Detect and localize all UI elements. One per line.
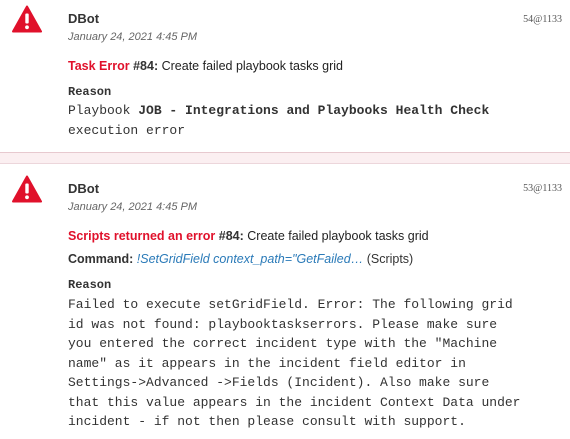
feed-entry: DBot January 24, 2021 4:45 PM 54@1133 Ta… bbox=[0, 0, 570, 152]
war-room-feed: DBot January 24, 2021 4:45 PM 54@1133 Ta… bbox=[0, 0, 570, 439]
feed-entry: DBot January 24, 2021 4:45 PM 53@1133 Sc… bbox=[0, 164, 570, 439]
entry-id: 53@1133 bbox=[523, 183, 562, 194]
reason-prefix: Playbook bbox=[68, 103, 139, 118]
entry-id: 54@1133 bbox=[523, 14, 562, 25]
entry-timestamp: January 24, 2021 4:45 PM bbox=[68, 31, 198, 43]
command-line: Command: !SetGridField context_path="Get… bbox=[68, 252, 413, 266]
playbook-name: JOB - Integrations and Playbooks Health … bbox=[138, 103, 490, 118]
reason-text: Playbook JOB - Integrations and Playbook… bbox=[68, 101, 558, 140]
command-label: Command: bbox=[68, 252, 134, 266]
reason-label: Reason bbox=[68, 278, 112, 292]
command-suffix: (Scripts) bbox=[366, 252, 414, 266]
reason-suffix: execution error bbox=[68, 122, 186, 138]
entry-author: DBot bbox=[68, 11, 100, 26]
task-name: Create failed playbook tasks grid bbox=[161, 59, 343, 73]
entry-author: DBot bbox=[68, 181, 100, 196]
entry-divider bbox=[0, 152, 570, 164]
reason-label: Reason bbox=[68, 85, 112, 99]
task-number: #84: bbox=[133, 59, 159, 73]
entry-headline: Scripts returned an error #84: Create fa… bbox=[68, 229, 429, 243]
task-name: Create failed playbook tasks grid bbox=[247, 229, 429, 243]
warning-icon bbox=[12, 5, 42, 33]
task-number: #84: bbox=[218, 229, 244, 243]
command-link[interactable]: !SetGridField context_path="GetFailed… bbox=[137, 252, 363, 266]
error-type: Task Error bbox=[68, 59, 130, 73]
entry-headline: Task Error #84: Create failed playbook t… bbox=[68, 59, 343, 73]
entry-timestamp: January 24, 2021 4:45 PM bbox=[68, 201, 198, 213]
reason-text: Failed to execute setGridField. Error: T… bbox=[68, 297, 521, 429]
warning-icon bbox=[12, 175, 42, 203]
error-type: Scripts returned an error bbox=[68, 229, 216, 243]
